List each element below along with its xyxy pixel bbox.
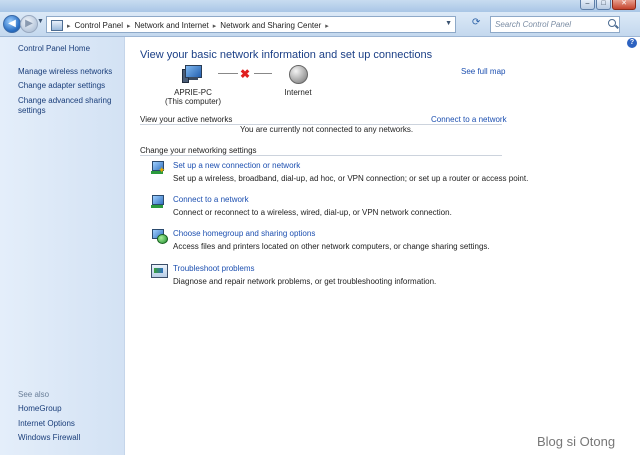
see-full-map-link[interactable]: See full map xyxy=(461,67,505,76)
globe-icon xyxy=(289,65,308,84)
refresh-icon[interactable]: ⟳ xyxy=(472,17,480,28)
computer-icon xyxy=(182,65,202,83)
sidebar-windows-firewall[interactable]: Windows Firewall xyxy=(18,433,80,443)
sidebar: Control Panel Home Manage wireless netwo… xyxy=(0,37,125,455)
sidebar-homegroup[interactable]: HomeGroup xyxy=(18,404,62,414)
homegroup-sharing-desc: Access files and printers located on oth… xyxy=(173,242,490,251)
address-dropdown-icon[interactable]: ▼ xyxy=(445,20,452,27)
connect-to-network-task-link[interactable]: Connect to a network xyxy=(173,195,249,204)
setup-new-connection-desc: Set up a wireless, broadband, dial-up, a… xyxy=(173,174,529,183)
computer-name: APRIE-PC xyxy=(174,88,212,97)
chevron-right-icon[interactable]: ▸ xyxy=(127,22,131,30)
connection-line xyxy=(218,73,238,74)
breadcrumb-network-and-sharing-center[interactable]: Network and Sharing Center xyxy=(220,21,321,30)
chevron-right-icon[interactable]: ▸ xyxy=(213,22,217,30)
active-networks-label: View your active networks xyxy=(140,115,233,124)
search-box[interactable]: Search Control Panel xyxy=(490,16,620,33)
homegroup-icon[interactable] xyxy=(151,229,168,244)
breadcrumb-network-and-internet[interactable]: Network and Internet xyxy=(135,21,209,30)
recent-pages-dropdown-icon[interactable]: ▼ xyxy=(37,18,44,25)
disconnected-x-icon[interactable]: ✖ xyxy=(240,67,250,81)
internet-label: Internet xyxy=(284,88,312,97)
connect-network-icon[interactable] xyxy=(151,195,167,209)
sidebar-change-adapter-settings[interactable]: Change adapter settings xyxy=(18,81,105,91)
sidebar-internet-options[interactable]: Internet Options xyxy=(18,419,75,429)
watermark-text: Blog si Otong xyxy=(537,434,616,449)
homegroup-sharing-link[interactable]: Choose homegroup and sharing options xyxy=(173,229,315,238)
window-controls: – □ ✕ xyxy=(580,0,636,10)
troubleshoot-icon[interactable] xyxy=(151,264,168,278)
connect-to-network-desc: Connect or reconnect to a wireless, wire… xyxy=(173,208,452,217)
new-connection-icon[interactable]: ✦ xyxy=(151,161,167,175)
troubleshoot-problems-desc: Diagnose and repair network problems, or… xyxy=(173,277,437,286)
connection-line xyxy=(254,73,272,74)
close-button[interactable]: ✕ xyxy=(612,0,636,10)
control-panel-icon xyxy=(51,20,63,31)
help-icon[interactable]: ? xyxy=(627,38,637,48)
window-title-bar: – □ ✕ xyxy=(0,0,640,12)
minimize-button[interactable]: – xyxy=(580,0,595,10)
computer-sub-label: (This computer) xyxy=(164,97,221,106)
navigation-bar: ◀ ▶ ▼ ▸ Control Panel ▸ Network and Inte… xyxy=(0,12,640,37)
setup-new-connection-link[interactable]: Set up a new connection or network xyxy=(173,161,300,170)
breadcrumb-control-panel[interactable]: Control Panel xyxy=(75,21,123,30)
maximize-button[interactable]: □ xyxy=(596,0,611,10)
back-button[interactable]: ◀ xyxy=(3,15,21,33)
divider xyxy=(140,155,502,156)
sidebar-manage-wireless-networks[interactable]: Manage wireless networks xyxy=(18,67,112,77)
sidebar-control-panel-home[interactable]: Control Panel Home xyxy=(18,44,90,54)
chevron-right-icon[interactable]: ▸ xyxy=(325,22,329,30)
chevron-right-icon[interactable]: ▸ xyxy=(67,22,71,30)
change-settings-label: Change your networking settings xyxy=(140,146,257,155)
see-also-heading: See also xyxy=(18,390,50,399)
page-title: View your basic network information and … xyxy=(140,49,433,61)
forward-button[interactable]: ▶ xyxy=(20,15,38,33)
address-bar[interactable]: ▸ Control Panel ▸ Network and Internet ▸… xyxy=(46,16,456,33)
connect-to-network-link[interactable]: Connect to a network xyxy=(431,115,507,124)
sidebar-change-advanced-sharing-settings[interactable]: Change advanced sharing settings xyxy=(18,96,114,116)
search-input[interactable]: Search Control Panel xyxy=(495,20,571,29)
search-icon[interactable] xyxy=(608,19,616,27)
active-networks-status: You are currently not connected to any n… xyxy=(240,125,414,134)
troubleshoot-problems-link[interactable]: Troubleshoot problems xyxy=(173,264,255,273)
breadcrumb: ▸ Control Panel ▸ Network and Internet ▸… xyxy=(51,20,329,31)
